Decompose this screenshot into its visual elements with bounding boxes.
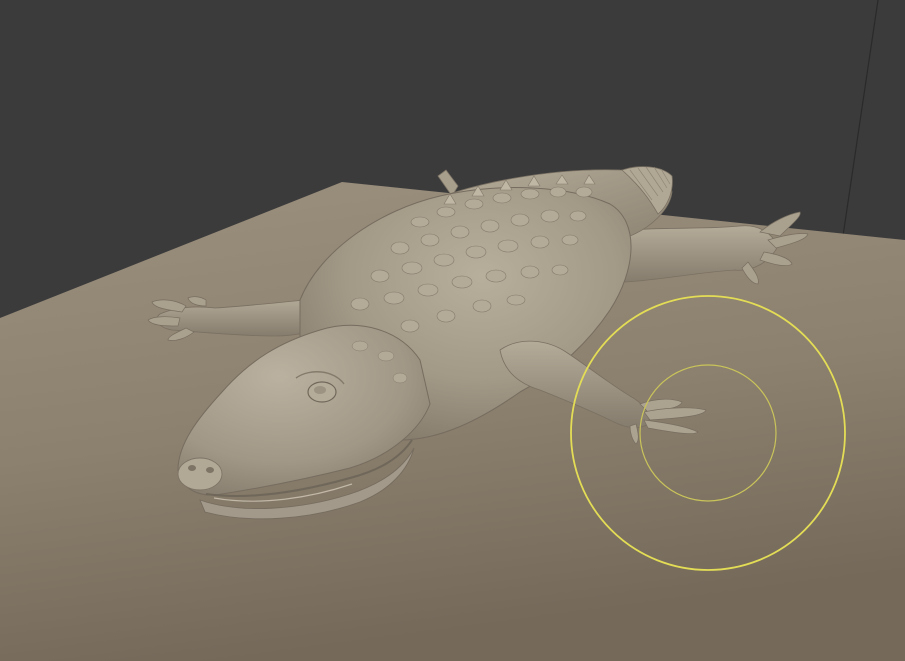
3d-viewport[interactable] — [0, 0, 905, 661]
viewport-canvas[interactable] — [0, 0, 905, 661]
